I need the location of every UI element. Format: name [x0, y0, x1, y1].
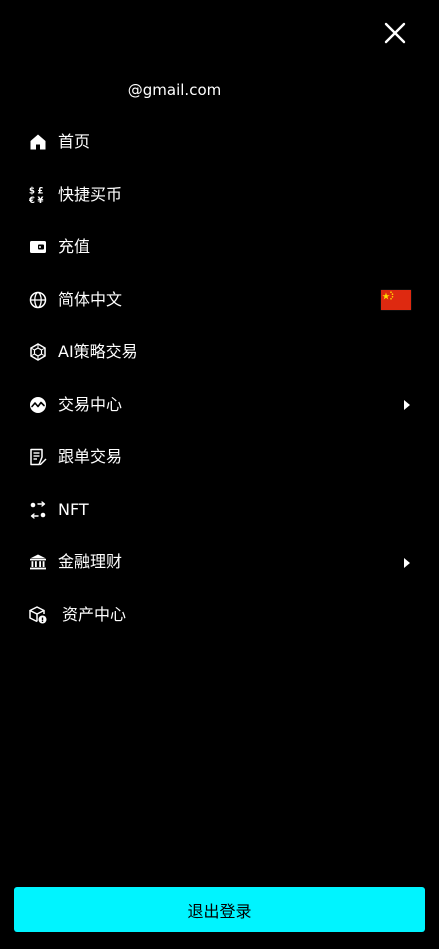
- svg-text:¥: ¥: [38, 196, 44, 204]
- caret-right-icon: [403, 395, 411, 414]
- menu-item-label: 充值: [58, 237, 91, 257]
- asset-cube-icon: [29, 606, 47, 624]
- menu-item-label: 快捷买币: [58, 184, 123, 204]
- svg-text:$: $: [29, 186, 35, 196]
- expand-arrow[interactable]: [403, 553, 411, 572]
- nft-swap-icon: [29, 501, 47, 519]
- wallet-icon: [29, 238, 47, 256]
- hexagon-ai-icon: [29, 343, 47, 362]
- menu-item-ai-strategy[interactable]: AI策略交易: [0, 326, 439, 379]
- menu-item-nft[interactable]: NFT: [0, 484, 439, 537]
- close-button[interactable]: [380, 20, 410, 50]
- menu-item-label: 资产中心: [62, 604, 127, 624]
- menu-item-label: 跟单交易: [58, 447, 123, 467]
- menu-item-assets[interactable]: 资产中心: [0, 589, 439, 642]
- svg-text:€: €: [29, 196, 35, 204]
- menu-item-language[interactable]: 简体中文: [0, 274, 439, 327]
- menu-item-label: AI策略交易: [58, 342, 138, 362]
- close-icon: [384, 22, 406, 48]
- menu-item-quick-buy[interactable]: $ £ € ¥ 快捷买币: [0, 169, 439, 222]
- user-email: @gmail.com: [127, 81, 222, 99]
- globe-icon: [29, 291, 47, 309]
- svg-text:£: £: [38, 186, 44, 196]
- menu-item-finance[interactable]: 金融理财: [0, 536, 439, 589]
- home-icon: [29, 133, 47, 151]
- menu-item-home[interactable]: 首页: [0, 116, 439, 169]
- menu-item-copy-trading[interactable]: 跟单交易: [0, 431, 439, 484]
- currency-exchange-icon: $ £ € ¥: [29, 186, 47, 204]
- logout-button[interactable]: 退出登录: [14, 887, 425, 932]
- menu-item-label: 金融理财: [58, 552, 123, 572]
- menu-item-trading-center[interactable]: 交易中心: [0, 379, 439, 432]
- menu-item-label: NFT: [58, 499, 89, 519]
- caret-right-icon: [403, 553, 411, 572]
- menu-item-deposit[interactable]: 充值: [0, 221, 439, 274]
- side-menu: 首页 $ £ € ¥ 快捷买币 充值 简体中文 AI策略交易 交易中心 跟单交易…: [0, 116, 439, 641]
- menu-item-label: 简体中文: [58, 289, 123, 309]
- expand-arrow[interactable]: [403, 395, 411, 414]
- menu-item-label: 交易中心: [58, 394, 123, 414]
- document-edit-icon: [29, 448, 47, 466]
- bank-icon: [29, 553, 47, 571]
- menu-item-label: 首页: [58, 132, 91, 152]
- trade-chart-icon: [29, 396, 47, 414]
- china-flag-icon: [381, 289, 411, 310]
